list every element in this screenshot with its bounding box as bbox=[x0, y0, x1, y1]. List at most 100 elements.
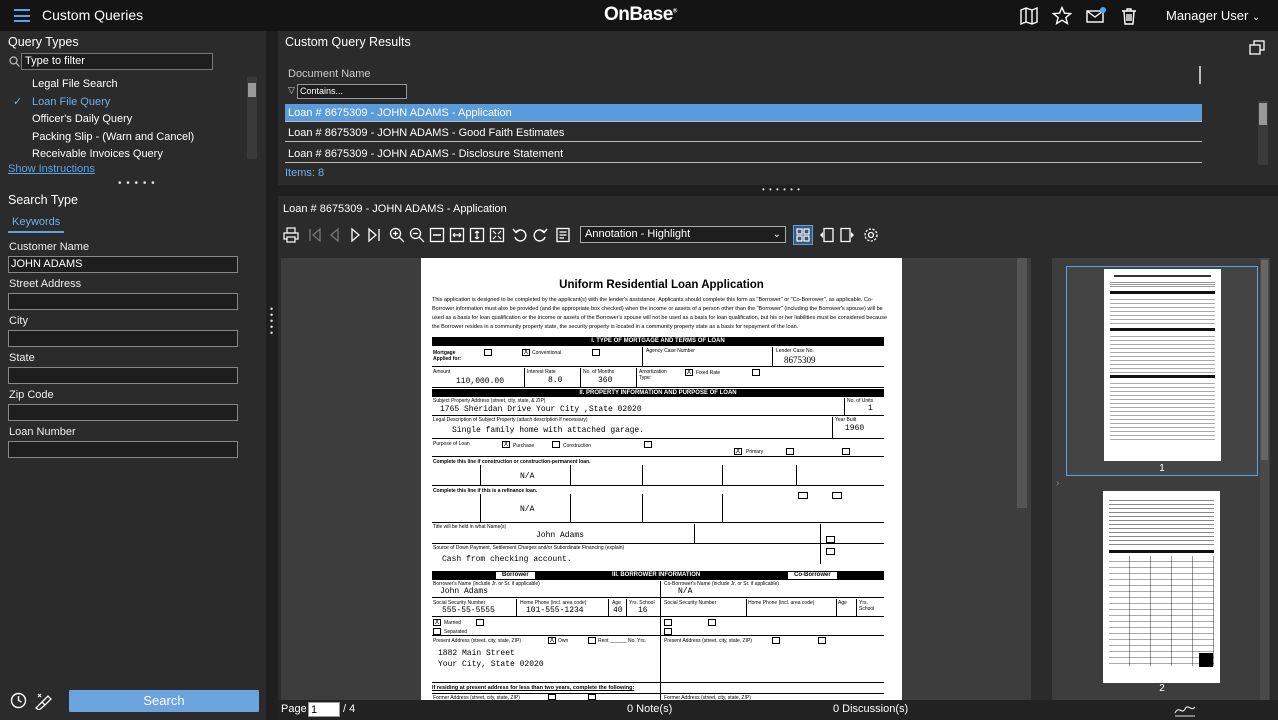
results-title: Custom Query Results bbox=[285, 35, 411, 49]
checkbox bbox=[786, 448, 794, 455]
street-address-input[interactable] bbox=[8, 293, 238, 310]
history-icon[interactable] bbox=[10, 692, 27, 709]
section-header: II. PROPERTY INFORMATION AND PURPOSE OF … bbox=[432, 389, 884, 397]
checkbox bbox=[798, 492, 808, 499]
thumbnail-page-2[interactable]: 2 bbox=[1066, 488, 1258, 698]
checkbox bbox=[818, 637, 826, 644]
discussions-count[interactable]: 0 Discussion(s) bbox=[833, 703, 908, 715]
fit-height-icon[interactable] bbox=[469, 227, 485, 243]
result-row[interactable]: Loan # 8675309 - JOHN ADAMS - Disclosure… bbox=[285, 145, 1202, 163]
show-instructions-link[interactable]: Show Instructions bbox=[8, 163, 95, 175]
customer-name-input[interactable]: JOHN ADAMS bbox=[8, 256, 238, 273]
fit-document-icon[interactable] bbox=[429, 227, 445, 243]
thumbnail-view-button[interactable] bbox=[793, 225, 813, 245]
star-icon[interactable] bbox=[1052, 6, 1072, 26]
checkbox-checked: X bbox=[734, 448, 742, 455]
query-list-scrollbar[interactable] bbox=[247, 77, 257, 159]
property-row: Subject Property Address (street, city, … bbox=[432, 398, 884, 416]
document-viewer: Loan # 8675309 - JOHN ADAMS - Applicatio… bbox=[278, 196, 1278, 720]
checkbox bbox=[484, 349, 492, 356]
zip-code-input[interactable] bbox=[8, 404, 238, 421]
mortgage-row: Mortgage Applied for: X Conventional Agen… bbox=[432, 347, 884, 367]
user-menu[interactable]: Manager User ⌄ bbox=[1166, 8, 1260, 23]
state-label: State bbox=[9, 352, 35, 364]
viewer-status-bar: Page 1 / 4 0 Note(s) 0 Discussion(s) bbox=[278, 700, 1278, 720]
horizontal-splitter[interactable]: • • • • • • bbox=[762, 185, 801, 194]
street-address-label: Street Address bbox=[9, 278, 82, 290]
result-row[interactable]: Loan # 8675309 - JOHN ADAMS - Applicatio… bbox=[285, 104, 1202, 122]
query-item-receivable-invoices[interactable]: Receivable Invoices Query bbox=[32, 148, 163, 160]
previous-page-icon[interactable] bbox=[327, 227, 343, 243]
amount-row: Amount 110,000.00 Interest Rate 8.0 No. … bbox=[432, 368, 884, 388]
thumbnail-image bbox=[1103, 491, 1220, 683]
book-icon[interactable] bbox=[1019, 6, 1039, 26]
next-page-icon[interactable] bbox=[347, 227, 363, 243]
page-label: Page bbox=[281, 703, 307, 715]
city-label: City bbox=[9, 315, 28, 327]
search-icon bbox=[9, 56, 20, 67]
city-input[interactable] bbox=[8, 330, 238, 347]
collapse-thumbnails-icon[interactable]: › bbox=[1056, 478, 1059, 489]
query-item-legal-file-search[interactable]: Legal File Search bbox=[32, 78, 118, 90]
fit-width-icon[interactable] bbox=[449, 227, 465, 243]
loan-number-label: Loan Number bbox=[9, 426, 76, 438]
thumbnail-scrollbar[interactable] bbox=[1260, 258, 1269, 700]
query-item-packing-slip[interactable]: Packing Slip - (Warn and Cancel) bbox=[32, 131, 194, 143]
results-scrollbar[interactable] bbox=[1258, 101, 1268, 165]
column-divider[interactable] bbox=[1199, 66, 1201, 84]
zoom-in-icon[interactable] bbox=[389, 227, 405, 243]
fit-actual-size-icon[interactable] bbox=[489, 227, 505, 243]
results-panel: Custom Query Results Document Name ▽ Con… bbox=[278, 31, 1278, 185]
loan-number-input[interactable] bbox=[8, 441, 238, 458]
state-input[interactable] bbox=[8, 367, 238, 384]
marital-row: X Married Separated bbox=[432, 618, 884, 636]
chevron-down-icon: ⌄ bbox=[772, 229, 781, 240]
page-number-input[interactable]: 1 bbox=[308, 702, 340, 717]
resize-handle[interactable]: • • • • • bbox=[118, 178, 156, 189]
mail-icon[interactable] bbox=[1086, 6, 1106, 26]
trash-icon[interactable] bbox=[1119, 6, 1139, 26]
check-icon: ✓ bbox=[13, 96, 23, 108]
clear-search-icon[interactable] bbox=[34, 692, 53, 710]
vertical-splitter[interactable]: • • • • • bbox=[270, 305, 273, 338]
page-right-icon[interactable] bbox=[839, 227, 855, 243]
form-bottom-note: If residing at present address for less … bbox=[432, 685, 635, 691]
column-document-name[interactable]: Document Name bbox=[288, 68, 371, 80]
page-left-icon[interactable] bbox=[819, 227, 835, 243]
checkbox bbox=[752, 369, 760, 376]
checkbox bbox=[592, 349, 600, 356]
last-page-icon[interactable] bbox=[366, 227, 382, 243]
query-item-loan-file-query[interactable]: Loan File Query bbox=[32, 96, 110, 108]
thumbnail-page-1[interactable]: 1 bbox=[1066, 266, 1258, 476]
section-header: I. TYPE OF MORTGAGE AND TERMS OF LOAN bbox=[432, 337, 884, 346]
annotation-select[interactable]: Annotation - Highlight ⌄ bbox=[580, 226, 786, 243]
notes-count[interactable]: 0 Note(s) bbox=[627, 703, 672, 715]
search-button[interactable]: Search bbox=[69, 690, 259, 712]
checkbox bbox=[826, 548, 835, 555]
document-properties-icon[interactable] bbox=[555, 227, 571, 243]
document-scrollbar[interactable] bbox=[1017, 258, 1027, 508]
purpose-row: Purpose of Loan X Purchase Construction … bbox=[432, 440, 884, 457]
settings-icon[interactable] bbox=[863, 227, 879, 243]
menu-icon[interactable] bbox=[14, 9, 30, 22]
first-page-icon[interactable] bbox=[307, 227, 323, 243]
down-payment-row: Source of Down Payment, Settlement Charg… bbox=[433, 545, 625, 564]
document-canvas[interactable]: Uniform Residential Loan Application Thi… bbox=[281, 258, 1031, 700]
tab-keywords[interactable]: Keywords bbox=[8, 214, 65, 233]
signature-icon[interactable] bbox=[1174, 703, 1196, 717]
present-address-row: Present Address (street, city, state, ZI… bbox=[432, 637, 884, 683]
thumbnail-label: 1 bbox=[1159, 463, 1165, 474]
items-count: Items: 8 bbox=[285, 167, 325, 179]
rotate-right-icon[interactable] bbox=[532, 227, 548, 243]
print-icon[interactable] bbox=[283, 227, 299, 243]
thumbnail-panel: › 1 2 bbox=[1052, 258, 1270, 700]
contains-filter-input[interactable]: Contains... bbox=[297, 84, 407, 99]
query-item-officers-daily-query[interactable]: Officer's Daily Query bbox=[32, 113, 132, 125]
zoom-out-icon[interactable] bbox=[409, 227, 425, 243]
query-filter-input[interactable]: Type to filter bbox=[21, 53, 213, 70]
rotate-left-icon[interactable] bbox=[512, 227, 528, 243]
checkbox bbox=[832, 492, 842, 499]
result-row[interactable]: Loan # 8675309 - JOHN ADAMS - Good Faith… bbox=[285, 124, 1202, 142]
onbase-logo: OnBase® bbox=[604, 4, 677, 25]
pop-out-icon[interactable] bbox=[1249, 40, 1265, 55]
